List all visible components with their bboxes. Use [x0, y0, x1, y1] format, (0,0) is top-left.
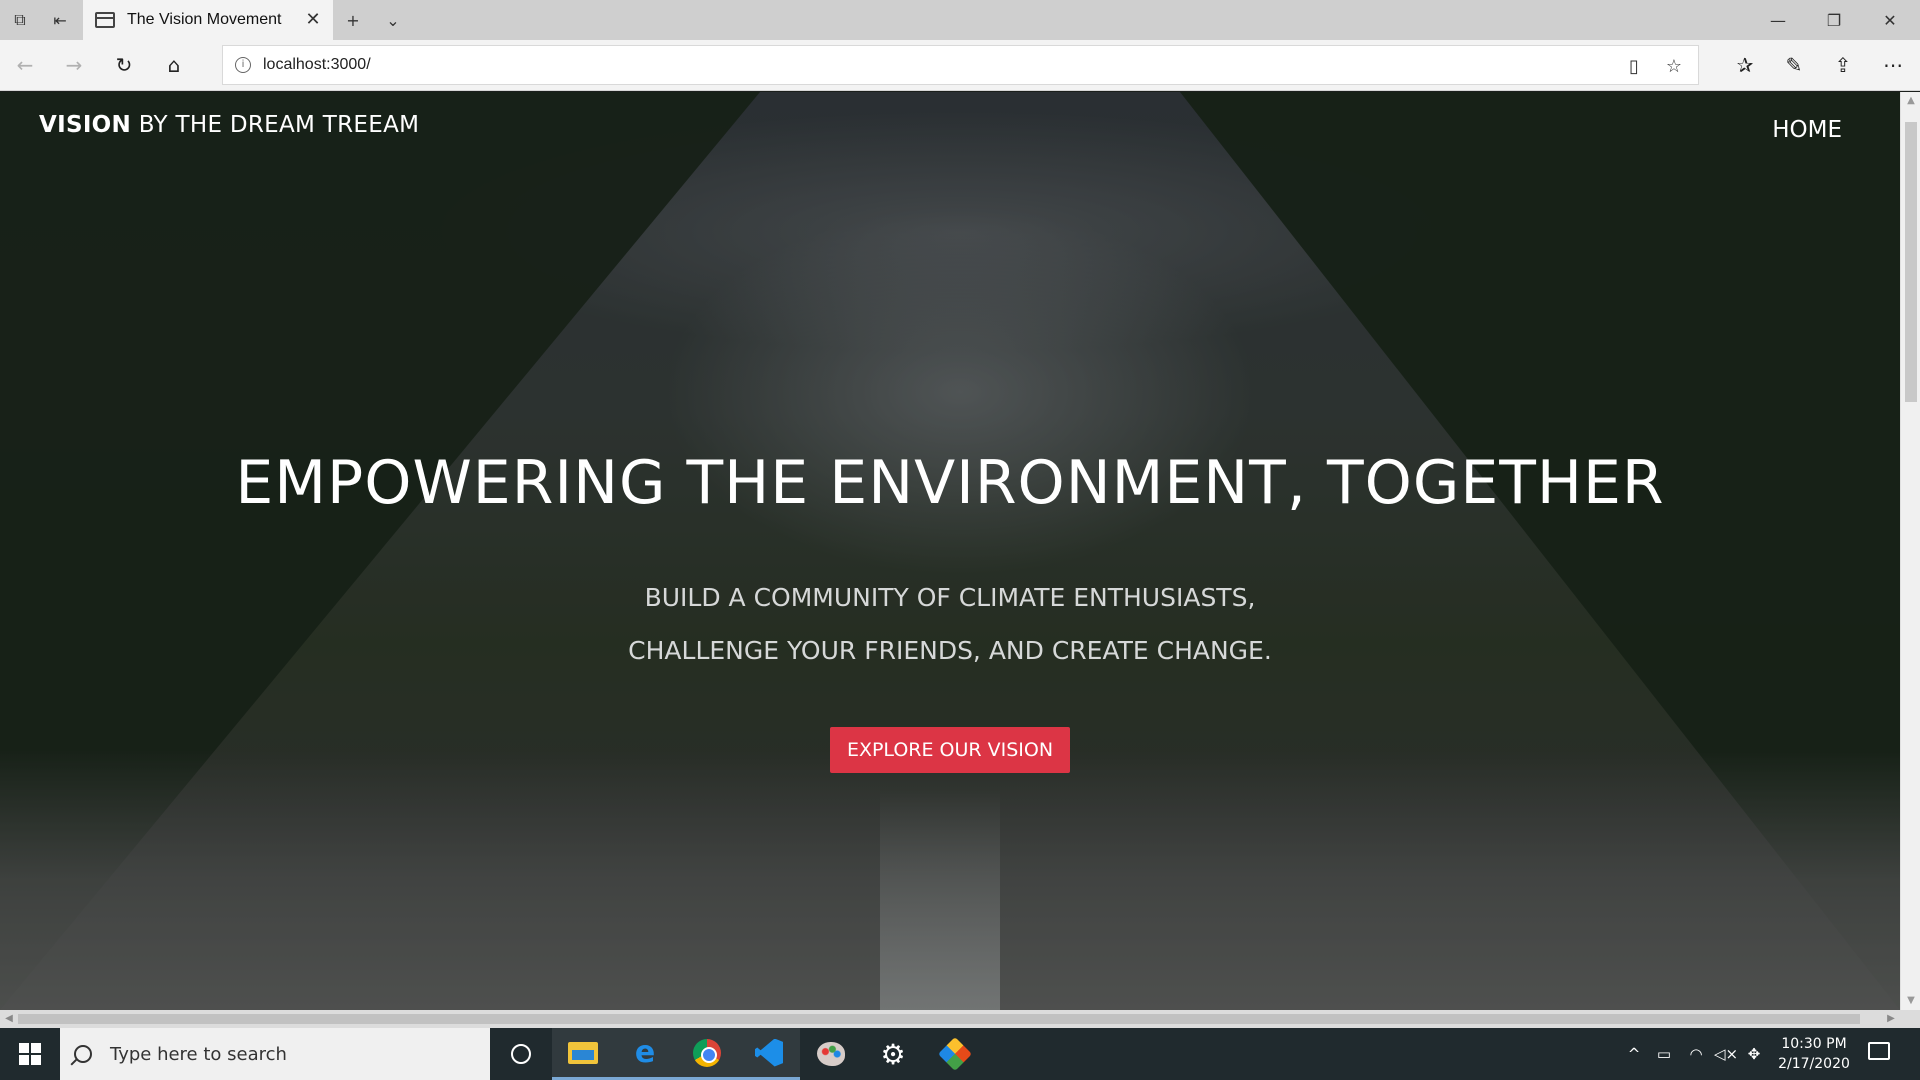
- tab-title: The Vision Movement: [127, 11, 282, 28]
- action-center-icon[interactable]: [1868, 1042, 1890, 1060]
- brand-rest: BY THE DREAM TREEAM: [138, 112, 420, 138]
- browser-tab[interactable]: The Vision Movement ✕: [83, 0, 333, 40]
- hero-overlay: [0, 92, 1900, 1010]
- horizontal-scroll-thumb[interactable]: [18, 1014, 1860, 1024]
- explore-vision-button[interactable]: EXPLORE OUR VISION: [830, 727, 1070, 773]
- windows-taskbar: Type here to search e ⚙ ^ ▭ ◠ ◁× ✥ 10:30…: [0, 1028, 1920, 1080]
- scroll-down-icon[interactable]: ▼: [1901, 992, 1920, 1010]
- more-options-icon[interactable]: ⋯: [1872, 45, 1914, 85]
- clock-date: 2/17/2020: [1778, 1056, 1850, 1072]
- favorite-star-icon[interactable]: ☆: [1659, 52, 1689, 80]
- file-explorer-button[interactable]: [552, 1028, 614, 1080]
- paint-button[interactable]: [800, 1028, 862, 1080]
- page-viewport: VISION BY THE DREAM TREEAM HOME EMPOWERI…: [0, 92, 1900, 1010]
- vertical-scrollbar[interactable]: ▲ ▼: [1900, 92, 1920, 1010]
- tab-list-chevron-icon[interactable]: ⌄: [373, 0, 413, 40]
- hero-title: EMPOWERING THE ENVIRONMENT, TOGETHER: [235, 448, 1665, 518]
- scroll-up-icon[interactable]: ▲: [1901, 92, 1920, 110]
- site-info-icon[interactable]: i: [235, 57, 251, 73]
- share-icon[interactable]: ⇪: [1822, 45, 1864, 85]
- show-hidden-icons-chevron-icon[interactable]: ^: [1622, 1028, 1646, 1080]
- browser-tab-bar: ⧉ ⇤ The Vision Movement ✕ + ⌄ — ❐ ✕: [0, 0, 1920, 40]
- forward-icon[interactable]: →: [53, 45, 95, 85]
- edge-button[interactable]: e: [614, 1028, 676, 1080]
- back-icon[interactable]: ←: [4, 45, 46, 85]
- browser-toolbar: ← → ↻ ⌂ i localhost:3000/ ▯ ☆ ✰ ✎ ⇪ ⋯: [0, 40, 1920, 91]
- cortana-button[interactable]: [490, 1028, 552, 1080]
- site-brand[interactable]: VISION BY THE DREAM TREEAM: [39, 112, 419, 138]
- address-bar[interactable]: i localhost:3000/ ▯ ☆: [222, 45, 1699, 85]
- taskbar-search-box[interactable]: Type here to search: [60, 1028, 490, 1080]
- scroll-left-icon[interactable]: ◀: [0, 1010, 18, 1028]
- clock-time: 10:30 PM: [1781, 1036, 1847, 1052]
- hero-subtitle-line1: BUILD A COMMUNITY OF CLIMATE ENTHUSIASTS…: [644, 583, 1256, 612]
- search-placeholder: Type here to search: [110, 1043, 287, 1065]
- close-window-icon[interactable]: ✕: [1862, 0, 1918, 40]
- chrome-button[interactable]: [676, 1028, 738, 1080]
- minimize-icon[interactable]: —: [1750, 0, 1806, 40]
- tab-actions-icon[interactable]: ⧉: [0, 0, 40, 40]
- chrome-icon: [693, 1038, 721, 1067]
- volume-muted-icon[interactable]: ◁×: [1712, 1028, 1740, 1080]
- start-button[interactable]: [0, 1028, 60, 1080]
- file-explorer-icon: [568, 1041, 598, 1064]
- battery-icon[interactable]: ▭: [1650, 1028, 1678, 1080]
- vscode-icon: [755, 1038, 783, 1067]
- brand-bold: VISION: [39, 112, 132, 138]
- vscode-button[interactable]: [738, 1028, 800, 1080]
- scroll-right-icon[interactable]: ▶: [1882, 1010, 1900, 1028]
- system-clock[interactable]: 10:30 PM 2/17/2020: [1764, 1034, 1864, 1074]
- dropbox-icon[interactable]: ✥: [1742, 1028, 1766, 1080]
- paint-icon: [817, 1042, 845, 1066]
- edge-icon: e: [634, 1035, 656, 1070]
- web-note-icon[interactable]: ✎: [1773, 45, 1815, 85]
- nav-home-link[interactable]: HOME: [1772, 117, 1842, 143]
- new-tab-icon[interactable]: +: [333, 0, 373, 40]
- wifi-icon[interactable]: ◠: [1682, 1028, 1710, 1080]
- settings-icon: ⚙: [880, 1037, 906, 1071]
- windows-logo-icon: [19, 1043, 41, 1065]
- home-icon[interactable]: ⌂: [153, 45, 195, 85]
- vertical-scroll-thumb[interactable]: [1905, 122, 1917, 402]
- settings-button[interactable]: ⚙: [862, 1028, 924, 1080]
- git-icon: [938, 1037, 972, 1071]
- reading-view-icon[interactable]: ▯: [1619, 52, 1649, 80]
- favorites-hub-icon[interactable]: ✰: [1724, 45, 1766, 85]
- git-button[interactable]: [924, 1028, 986, 1080]
- restore-icon[interactable]: ❐: [1806, 0, 1862, 40]
- search-icon: [74, 1045, 92, 1063]
- cortana-icon: [511, 1044, 531, 1064]
- hero-subtitle-line2: CHALLENGE YOUR FRIENDS, AND CREATE CHANG…: [628, 636, 1272, 665]
- refresh-icon[interactable]: ↻: [103, 45, 145, 85]
- url-text[interactable]: localhost:3000/: [263, 56, 371, 74]
- close-tab-icon[interactable]: ✕: [303, 10, 323, 30]
- set-tabs-aside-icon[interactable]: ⇤: [40, 0, 80, 40]
- page-favicon-icon: [95, 12, 115, 28]
- horizontal-scrollbar[interactable]: ◀ ▶: [0, 1010, 1920, 1028]
